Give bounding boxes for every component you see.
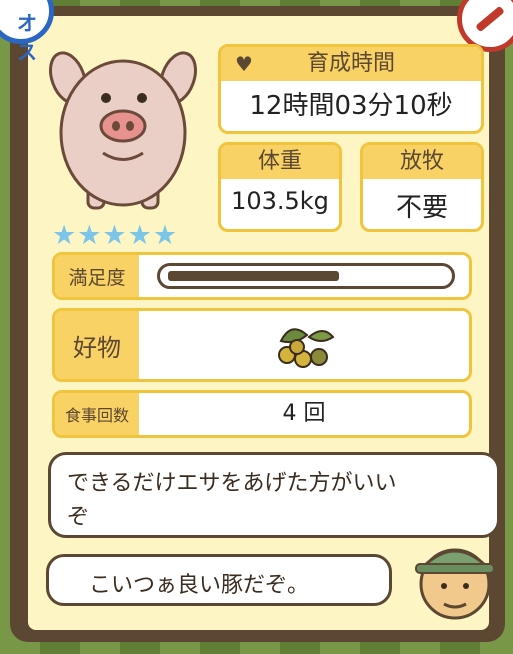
growth-time-label: 育成時間 (306, 51, 395, 76)
heart-icon: ♥ (235, 52, 253, 76)
advice-speech-bubble: できるだけエサをあげた方がいい ぞ (48, 452, 500, 538)
advice-line-2: ぞ (67, 505, 90, 530)
comment-speech-bubble: こいつぁ良い豚だぞ。 (46, 554, 392, 606)
grazing-label: 放牧 (363, 145, 481, 179)
satisfaction-label: 満足度 (55, 255, 139, 297)
satisfaction-fill (168, 271, 339, 281)
meals-value: 4 回 (282, 401, 326, 426)
soybean-icon (278, 328, 335, 368)
grazing-panel: 放牧 不要 (360, 142, 484, 232)
weight-label: 体重 (221, 145, 339, 179)
meals-label: 食事回数 (55, 393, 139, 435)
rating-stars: ★★★★★ (52, 220, 179, 251)
satisfaction-gauge (157, 263, 455, 289)
meals-row: 食事回数 4 回 (52, 390, 472, 438)
gender-label: オス (17, 11, 37, 64)
growth-time-panel: ♥ 育成時間 12時間03分10秒 (218, 44, 484, 134)
grazing-value: 不要 (395, 193, 448, 223)
comment-text: こいつぁ良い豚だぞ。 (89, 573, 310, 598)
weight-value: 103.5kg (231, 187, 329, 215)
male-badge[interactable]: オス (0, 0, 54, 64)
favorite-row: 好物 (52, 308, 472, 382)
advice-line-1: できるだけエサをあげた方がいい (67, 471, 397, 496)
farmer-avatar (415, 548, 495, 620)
weight-panel: 体重 103.5kg (218, 142, 342, 232)
satisfaction-row: 満足度 (52, 252, 472, 300)
growth-time-value: 12時間03分10秒 (249, 91, 453, 121)
favorite-label: 好物 (55, 311, 139, 379)
pig-portrait (49, 51, 197, 210)
